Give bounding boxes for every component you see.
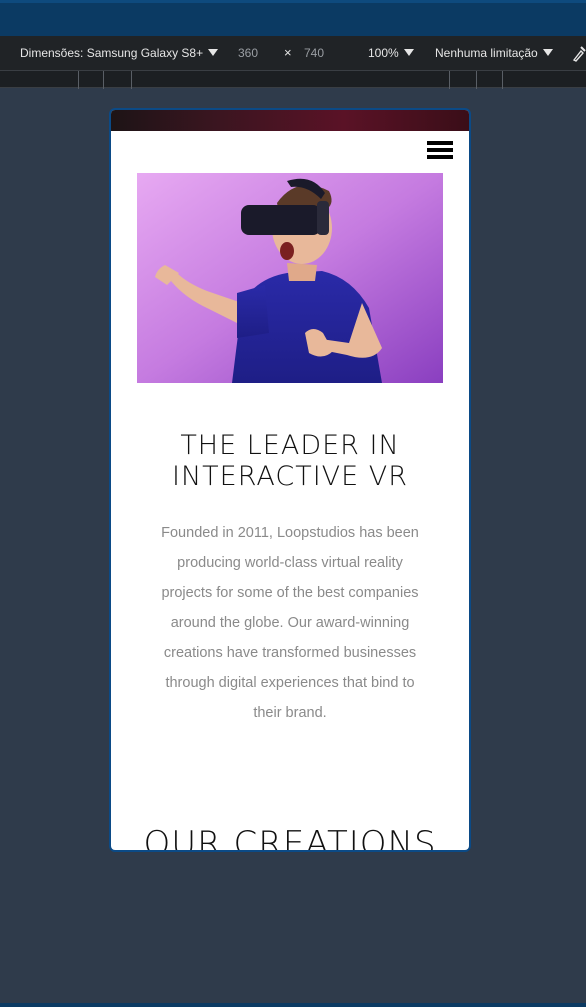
browser-top-strip bbox=[0, 0, 586, 36]
dimension-separator: × bbox=[284, 45, 292, 60]
intro-paragraph: Founded in 2011, Loopstudios has been pr… bbox=[161, 525, 419, 721]
ruler-tick bbox=[476, 71, 477, 89]
width-input[interactable]: 360 bbox=[238, 46, 258, 60]
throttle-select[interactable]: Nenhuma limitação bbox=[435, 46, 553, 60]
bottom-edge bbox=[0, 1003, 586, 1007]
ruler-tick bbox=[103, 71, 104, 89]
devtools-device-toolbar: Dimensões: Samsung Galaxy S8+ 360 × 740 … bbox=[0, 36, 586, 70]
ruler-tick bbox=[131, 71, 132, 89]
hamburger-menu-icon[interactable] bbox=[427, 141, 453, 161]
height-input[interactable]: 740 bbox=[304, 46, 324, 60]
zoom-select[interactable]: 100% bbox=[368, 46, 414, 60]
eyedropper-icon[interactable] bbox=[572, 44, 586, 62]
ruler-tick bbox=[449, 71, 450, 89]
media-query-ruler bbox=[0, 70, 586, 89]
chevron-down-icon bbox=[403, 49, 414, 56]
page-headline: THE LEADER IN INTERACTIVE VR bbox=[171, 430, 409, 492]
chevron-down-icon bbox=[542, 49, 553, 56]
section-title: OUR CREATIONS bbox=[143, 824, 437, 852]
ruler-tick bbox=[502, 71, 503, 89]
ruler-tick bbox=[78, 71, 79, 89]
chevron-down-icon bbox=[208, 49, 219, 56]
device-viewport: THE LEADER IN INTERACTIVE VR Founded in … bbox=[109, 108, 471, 852]
hero-strip bbox=[111, 110, 469, 131]
device-select[interactable]: Dimensões: Samsung Galaxy S8+ bbox=[20, 46, 219, 60]
throttle-select-label: Nenhuma limitação bbox=[435, 46, 538, 60]
device-select-label: Dimensões: Samsung Galaxy S8+ bbox=[20, 46, 204, 60]
vr-hero-image bbox=[137, 173, 443, 383]
zoom-select-label: 100% bbox=[368, 46, 399, 60]
